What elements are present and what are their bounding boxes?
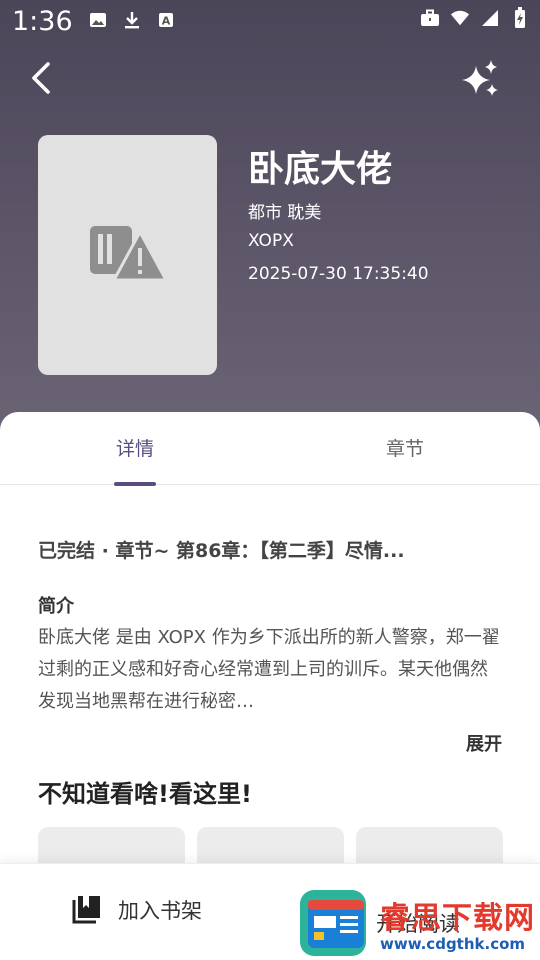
status-time: 1:36 [12, 6, 73, 37]
back-arrow-icon [32, 62, 50, 94]
watermark: 睿思下载网 www.cdgthk.com [380, 893, 535, 953]
broken-image-icon [89, 226, 168, 282]
tab-indicator [114, 482, 156, 486]
browser-app-icon [300, 890, 366, 956]
book-tags: 都市 耽美 [248, 203, 322, 223]
book-updated-time: 2025-07-30 17:35:40 [248, 264, 429, 284]
book-title: 卧底大佬 [248, 149, 393, 190]
book-cover[interactable] [38, 135, 217, 375]
recommend-heading: 不知道看啥!看这里! [38, 780, 252, 808]
recommend-card[interactable] [356, 827, 503, 867]
recommend-card[interactable] [197, 827, 344, 867]
download-icon [122, 10, 142, 30]
back-button[interactable] [24, 58, 60, 98]
battery-icon [510, 7, 530, 28]
add-to-shelf-button[interactable]: 加入书架 [70, 894, 202, 926]
tab-chapters[interactable]: 章节 [345, 434, 465, 461]
sparkle-icon [462, 60, 498, 96]
svg-text:A: A [162, 15, 171, 28]
sparkle-button[interactable] [460, 58, 502, 100]
tab-bar: 详情 章节 [0, 412, 540, 486]
bookshelf-icon [72, 896, 100, 924]
briefcase-icon [420, 8, 440, 28]
signal-icon [480, 8, 500, 28]
intro-text: 卧底大佬 是由 XOPX 作为乡下派出所的新人警察，郑一翟过剩的正义感和好奇心经… [38, 627, 500, 712]
expand-button[interactable]: 展开 [466, 730, 502, 756]
recommend-card[interactable] [38, 827, 185, 867]
image-icon [88, 10, 108, 30]
intro-heading: 简介 [38, 596, 74, 617]
watermark-url: www.cdgthk.com [380, 935, 526, 953]
book-author: XOPX [248, 231, 294, 251]
text-a-icon: A [156, 10, 176, 30]
latest-chapter-status[interactable]: 已完结 · 章节~ 第86章：【第二季】尽情... [38, 536, 405, 563]
watermark-title: 睿思下载网 [380, 901, 535, 936]
add-to-shelf-label: 加入书架 [118, 899, 202, 923]
status-bar: 1:36 A [0, 0, 540, 48]
wifi-icon [450, 8, 470, 28]
tab-details[interactable]: 详情 [75, 434, 195, 461]
